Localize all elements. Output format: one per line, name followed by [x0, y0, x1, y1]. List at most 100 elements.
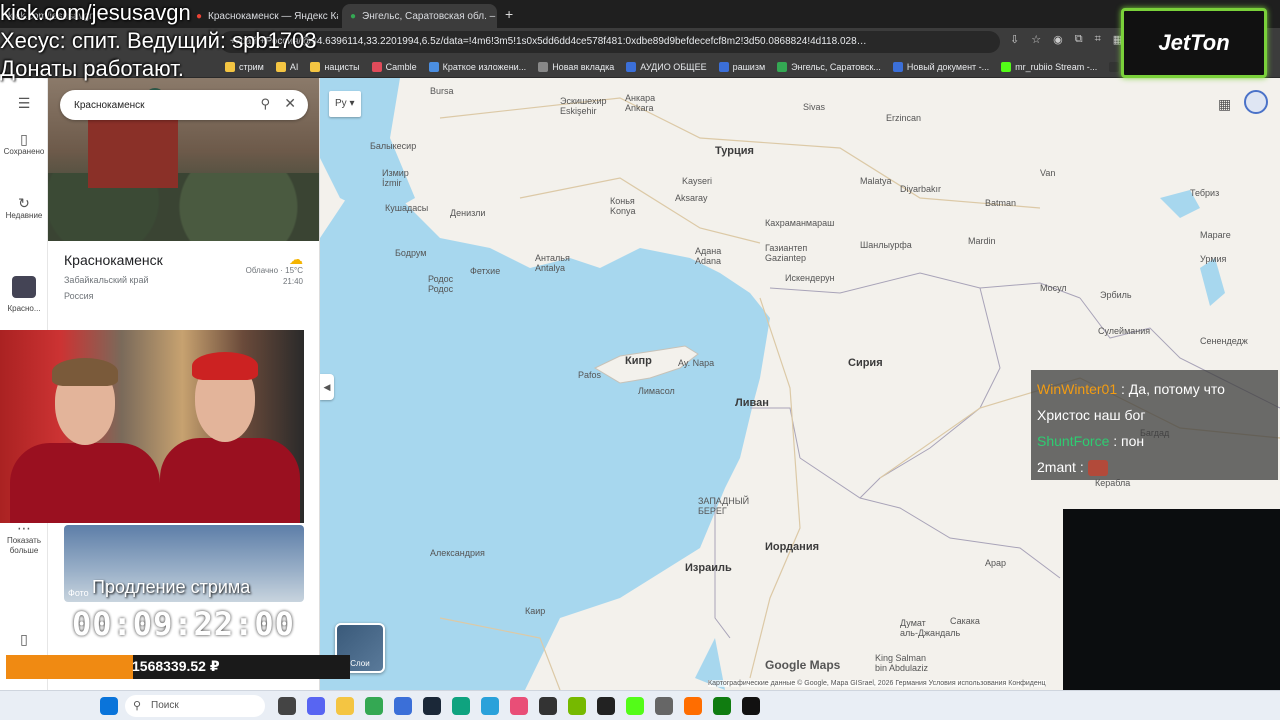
bookmark-item[interactable]: нацисты	[310, 61, 360, 72]
map-label[interactable]: Malatya	[860, 176, 892, 186]
map-label[interactable]: Эрбиль	[1100, 290, 1132, 300]
map-label[interactable]: Kayseri	[682, 176, 712, 186]
bookmark-item[interactable]: рашизм	[718, 61, 765, 72]
map-label[interactable]: Сулеймания	[1098, 326, 1150, 336]
map-label[interactable]: Эскишехир Eskişehir	[560, 96, 607, 116]
map-label[interactable]: Израиль	[685, 563, 732, 574]
map-label[interactable]: Урмия	[1200, 254, 1226, 264]
map-label[interactable]: Денизли	[450, 208, 485, 218]
map-label[interactable]: Pafos	[578, 370, 601, 380]
map-label[interactable]: Сакака	[950, 616, 980, 626]
map-label[interactable]: Конья Konya	[610, 196, 636, 216]
map-label[interactable]: Лимасол	[638, 386, 675, 396]
bookmark-item[interactable]: Новая вкладка	[538, 61, 614, 72]
snip-icon[interactable]	[510, 697, 528, 715]
map-label[interactable]: Сирия	[848, 358, 883, 369]
map-label[interactable]: Анталья Antalya	[535, 253, 570, 273]
collapse-panel-button[interactable]: ◀	[320, 374, 334, 400]
search-input[interactable]: Краснокаменск ⚲ ✕	[60, 90, 308, 120]
windows-icon[interactable]	[100, 697, 118, 715]
map-label[interactable]: Мараге	[1200, 230, 1231, 240]
settings-icon[interactable]	[655, 697, 673, 715]
install-icon[interactable]: ⇩	[1010, 33, 1019, 46]
puzzle-icon[interactable]: ⧉	[1075, 33, 1083, 46]
nvidia-icon[interactable]	[568, 697, 586, 715]
address-input[interactable]: +край,+Россия/@34.6396114,33.2201994,6.5…	[220, 31, 1000, 53]
map-label[interactable]: Турция	[715, 146, 754, 157]
bookmark-item[interactable]: Краткое изложени...	[428, 61, 526, 72]
map-label[interactable]: Тебриз	[1190, 188, 1219, 198]
map-label[interactable]: Ливан	[735, 398, 769, 409]
map-label[interactable]: Мосул	[1040, 283, 1067, 293]
map-label[interactable]: Ay. Napa	[678, 358, 714, 368]
map-label[interactable]: Измир İzmir	[382, 168, 409, 188]
map-label[interactable]: ЗАПАДНЫЙ БЕРЕГ	[698, 496, 749, 516]
bookmark-item[interactable]: АУДИО ОБЩЕЕ	[626, 61, 707, 72]
map-label[interactable]: Кахраманмараш	[765, 218, 834, 228]
map-label[interactable]: Родос Родос	[428, 274, 453, 294]
map-label[interactable]: Van	[1040, 168, 1055, 178]
bookmark-item[interactable]: AI	[275, 61, 298, 72]
new-tab-button[interactable]: +	[505, 6, 513, 22]
vpn-icon[interactable]	[684, 697, 702, 715]
chrome-icon[interactable]	[365, 697, 383, 715]
map-attribution[interactable]: Картографические данные © Google, Mapa G…	[708, 680, 1046, 687]
close-icon[interactable]: ✕	[284, 95, 296, 112]
notepad-icon[interactable]	[394, 697, 412, 715]
map-label[interactable]: Александрия	[430, 548, 485, 558]
map-label[interactable]: Арар	[985, 558, 1006, 568]
map-label[interactable]: Batman	[985, 198, 1016, 208]
avatar[interactable]	[1244, 90, 1268, 114]
map-label[interactable]: Сенендедж	[1200, 336, 1248, 346]
map-label[interactable]: Фетхие	[470, 266, 500, 276]
map-label[interactable]: Газиантеп Gaziantep	[765, 243, 807, 263]
map-label[interactable]: Адана Adana	[695, 246, 721, 266]
map-label[interactable]: Mardin	[968, 236, 996, 246]
bookmark-item[interactable]: Энгельс, Саратовск...	[777, 61, 881, 72]
terminal-icon[interactable]	[539, 697, 557, 715]
map-label[interactable]: Кипр	[625, 356, 652, 367]
recent-place-button[interactable]: Красно...	[0, 276, 48, 314]
bookmark-item[interactable]: стрим	[225, 61, 264, 72]
explorer-icon[interactable]	[336, 697, 354, 715]
tab-yandex-maps[interactable]: ● Краснокаменск — Яндекс Карты ×	[188, 4, 338, 28]
saved-button[interactable]: ▯ Сохранено	[0, 132, 48, 157]
map-label[interactable]: Анкара Ankara	[625, 93, 655, 113]
map-label[interactable]: Бодрум	[395, 248, 426, 258]
menu-button[interactable]: ☰	[0, 96, 48, 111]
obs-icon[interactable]	[597, 697, 615, 715]
map-label[interactable]: Bursa	[430, 86, 454, 96]
extension-icon[interactable]: ◉	[1053, 33, 1063, 46]
map-label[interactable]: Aksaray	[675, 193, 708, 203]
map-type-button[interactable]: Ру ▾	[329, 91, 361, 117]
taskview-icon[interactable]	[278, 697, 296, 715]
map-label[interactable]: King Salman bin Abdulaziz	[875, 653, 928, 673]
google-apps-icon[interactable]: ▦	[1218, 96, 1231, 113]
map-label[interactable]: Sivas	[803, 102, 825, 112]
search-icon[interactable]: ⚲	[260, 96, 270, 112]
map-label[interactable]: Erzincan	[886, 113, 921, 123]
steam-icon[interactable]	[423, 697, 441, 715]
map-label[interactable]: Diyarbakır	[900, 184, 941, 194]
xbox-icon[interactable]	[713, 697, 731, 715]
bookmark-item[interactable]: mr_rubiio Stream -...	[1001, 61, 1097, 72]
tab-google-maps[interactable]: ● Энгельс, Саратовская обл. – G ×	[342, 4, 497, 28]
bookmark-item[interactable]: Новый документ -...	[892, 61, 989, 72]
map-label[interactable]: Искендерун	[785, 273, 835, 283]
show-more-button[interactable]: ⋯ Показать больше	[0, 521, 48, 556]
map-label[interactable]: Балыкесир	[370, 141, 416, 151]
map-label[interactable]: Кушадасы	[385, 203, 428, 213]
kick-icon[interactable]	[626, 697, 644, 715]
phone-button[interactable]: ▯	[0, 632, 48, 647]
bookmark-item[interactable]: Camble	[371, 61, 417, 72]
discord-icon[interactable]	[307, 697, 325, 715]
recent-button[interactable]: ↻ Недавние	[0, 196, 48, 221]
edge-icon[interactable]	[452, 697, 470, 715]
map-label[interactable]: Каир	[525, 606, 545, 616]
taskbar-search[interactable]: ⚲ Поиск	[125, 695, 265, 717]
map-label[interactable]: Шанлыурфа	[860, 240, 912, 250]
star-icon[interactable]: ☆	[1031, 33, 1041, 46]
telegram-icon[interactable]	[481, 697, 499, 715]
map-label[interactable]: Иордания	[765, 542, 819, 553]
translate-icon[interactable]: ⌗	[1095, 33, 1101, 46]
